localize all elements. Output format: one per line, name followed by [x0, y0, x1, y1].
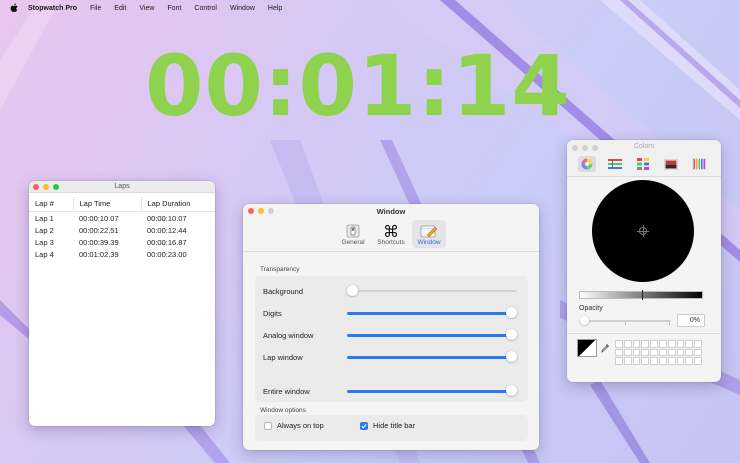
brightness-slider[interactable] — [579, 290, 703, 300]
menu-window[interactable]: Window — [230, 5, 255, 12]
always-on-top-checkbox[interactable]: Always on top — [264, 421, 324, 430]
window-options-section-label: Window options — [260, 407, 306, 414]
lap-time: 00:00:39.39 — [79, 237, 119, 247]
close-button[interactable] — [33, 184, 39, 190]
table-row[interactable]: Lap 1 00:00:10.07 00:00:10.07 — [29, 212, 215, 225]
tab-window[interactable]: Window — [412, 220, 446, 248]
lap-number: Lap 3 — [35, 237, 54, 247]
digits-slider[interactable] — [347, 307, 517, 319]
table-row[interactable]: Lap 4 00:01:02.39 00:00:23.00 — [29, 248, 215, 260]
opacity-field[interactable]: 0% — [677, 314, 705, 327]
menu-view[interactable]: View — [139, 5, 154, 12]
entire-window-label: Entire window — [263, 387, 310, 396]
color-wheel[interactable] — [592, 180, 694, 282]
checkmark-icon[interactable] — [360, 421, 368, 430]
menu-edit[interactable]: Edit — [114, 5, 126, 12]
lap-number: Lap 1 — [35, 213, 54, 223]
laps-window: Laps Lap # Lap Time Lap Duration Lap 1 0… — [29, 181, 215, 426]
tab-shortcuts[interactable]: ⌘ Shortcuts — [374, 220, 408, 248]
tab-general[interactable]: General — [336, 220, 370, 248]
hide-title-bar-checkbox[interactable]: Hide title bar — [360, 421, 415, 430]
column-header-lap-number[interactable]: Lap # — [29, 197, 73, 212]
menu-bar: Stopwatch Pro File Edit View Font Contro… — [0, 0, 740, 16]
preferences-window: Window General ⌘ Shortcuts Window Transp… — [243, 204, 539, 450]
minimize-button[interactable] — [43, 184, 49, 190]
lap-number: Lap 4 — [35, 249, 54, 259]
opacity-label: Opacity — [579, 305, 603, 312]
colors-toolbar: Colors — [567, 140, 721, 177]
menu-app-name[interactable]: Stopwatch Pro — [28, 5, 77, 12]
preferences-title: Window — [376, 207, 406, 216]
lap-duration: 00:00:16.87 — [147, 237, 187, 247]
column-header-lap-duration[interactable]: Lap Duration — [140, 197, 215, 212]
lap-time: 00:00:22.51 — [79, 225, 119, 235]
opacity-slider[interactable] — [583, 320, 671, 325]
zoom-button[interactable] — [53, 184, 59, 190]
color-sliders-icon[interactable] — [606, 156, 624, 172]
always-on-top-label: Always on top — [277, 421, 324, 430]
lap-window-slider[interactable] — [347, 351, 517, 363]
column-header-lap-time[interactable]: Lap Time — [72, 197, 141, 212]
window-pencil-icon — [420, 223, 438, 239]
color-palettes-icon[interactable] — [634, 156, 652, 172]
menu-file[interactable]: File — [90, 5, 101, 12]
tab-window-label: Window — [417, 239, 441, 246]
digits-label: Digits — [263, 309, 282, 318]
colors-title: Colors — [633, 143, 655, 150]
menu-font[interactable]: Font — [167, 5, 181, 12]
transparency-section-label: Transparency — [260, 266, 300, 273]
apple-menu-icon[interactable] — [10, 3, 19, 13]
colors-panel: Colors Opacity 0% — [567, 140, 721, 382]
menu-control[interactable]: Control — [194, 5, 217, 12]
tab-shortcuts-label: Shortcuts — [377, 239, 405, 246]
lap-time: 00:00:10.07 — [79, 213, 119, 223]
checkbox-box[interactable] — [264, 421, 272, 430]
laps-table: Lap # Lap Time Lap Duration Lap 1 00:00:… — [29, 197, 215, 260]
hide-title-bar-label: Hide title bar — [373, 421, 416, 430]
opacity-slider-knob[interactable] — [580, 316, 589, 325]
color-wheel-icon[interactable] — [578, 156, 596, 172]
background-label: Background — [263, 287, 304, 296]
preferences-toolbar: Window General ⌘ Shortcuts Window — [243, 204, 539, 252]
background-slider[interactable] — [347, 285, 517, 297]
entire-window-slider[interactable] — [347, 385, 517, 397]
menu-help[interactable]: Help — [268, 5, 282, 12]
lap-number: Lap 2 — [35, 225, 54, 235]
custom-color-swatches[interactable] — [615, 340, 702, 365]
eyedropper-icon[interactable] — [601, 343, 610, 355]
laps-titlebar[interactable]: Laps — [29, 181, 215, 193]
lap-duration: 00:00:10.07 — [147, 213, 187, 223]
tab-general-label: General — [341, 239, 365, 246]
switch-icon — [346, 223, 360, 239]
table-row[interactable]: Lap 2 00:00:22.51 00:00:12.44 — [29, 224, 215, 236]
divider — [567, 333, 721, 334]
analog-window-label: Analog window — [263, 331, 314, 340]
lap-duration: 00:00:12.44 — [147, 225, 187, 235]
table-row[interactable]: Lap 3 00:00:39.39 00:00:16.87 — [29, 236, 215, 248]
lap-time: 00:01:02.39 — [79, 249, 119, 259]
image-palettes-icon[interactable] — [662, 156, 680, 172]
crosshair-icon — [637, 225, 649, 237]
lap-window-label: Lap window — [263, 353, 303, 362]
lap-duration: 00:00:23.00 — [147, 249, 187, 259]
current-color-swatch[interactable] — [577, 339, 597, 357]
stopwatch-time-display: 00:01:14 — [145, 37, 571, 135]
analog-window-slider[interactable] — [347, 329, 517, 341]
command-icon: ⌘ — [383, 221, 399, 241]
pencils-icon[interactable] — [690, 156, 708, 172]
